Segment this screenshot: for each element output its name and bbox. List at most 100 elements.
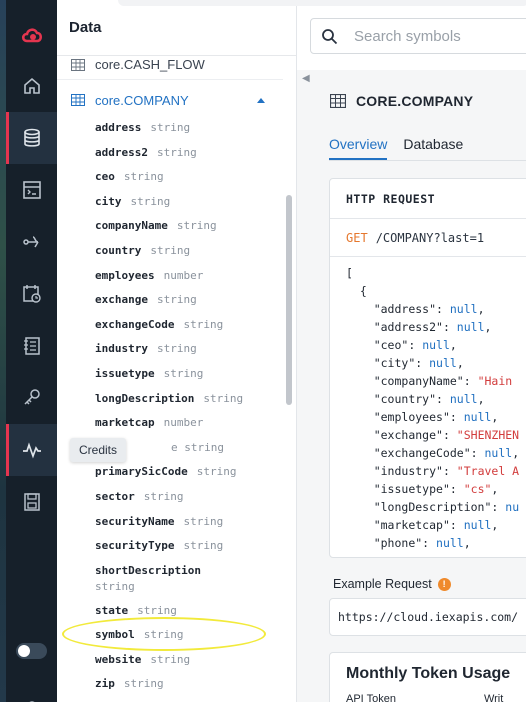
code-line: { [346,284,367,298]
field-type: string [130,194,171,208]
tab-overview[interactable]: Overview [329,136,388,160]
field-row[interactable]: securityName string [95,510,283,535]
field-name: address2 [95,145,148,159]
field-type: string [196,465,237,479]
database-icon [23,128,40,147]
example-request-label: Example Request ! [333,577,451,591]
field-row[interactable]: primarySicCode string [95,460,283,485]
json-key: country [380,392,430,406]
table-icon [330,94,346,108]
json-key: marketcap [380,518,443,532]
field-type: string [183,514,224,528]
panel-scrollbar[interactable] [286,195,292,405]
json-value: null [463,410,492,424]
code-line: "address2": null, [346,320,492,334]
nav-data[interactable] [6,112,57,164]
collapse-panel-icon[interactable]: ◀ [302,73,310,84]
nav-console[interactable] [6,164,57,216]
search-placeholder: Search symbols [354,27,461,45]
field-row[interactable]: website string [95,648,283,673]
field-type: string [183,317,224,331]
nav-storage[interactable] [6,476,57,528]
tab-bar: Overview Database [329,136,479,160]
json-value: null [436,536,464,550]
json-key: issuetype [380,482,443,496]
gear-icon [28,701,35,702]
nav-keys[interactable] [6,372,57,424]
code-line: [ [346,266,353,280]
field-name: longDescription [95,391,195,405]
json-value: "SHENZHEN [456,428,520,442]
search-icon [322,28,338,44]
field-row[interactable]: city string [95,190,283,215]
field-row[interactable]: securityType string [95,534,283,559]
json-key: address [380,302,430,316]
field-row[interactable]: employees number [95,264,283,289]
json-value: null [456,320,485,334]
nav-credits[interactable] [6,424,57,476]
http-request-card: HTTP REQUEST GET /COMPANY?last=1 [ { "ad… [329,178,526,558]
code-line: "phone": null, [346,536,471,550]
request-line[interactable]: GET /COMPANY?last=1 [330,219,526,257]
page-title: CORE.COMPANY [330,93,473,109]
collapse-caret-icon[interactable] [257,97,265,103]
field-name: exchangeCode [95,317,175,331]
branch-icon [22,236,39,248]
theme-toggle[interactable] [16,643,47,659]
nav-home[interactable] [6,60,57,112]
field-type: string [123,677,164,691]
code-line: "city": null, [346,356,464,370]
json-value: null [429,356,457,370]
field-row[interactable]: sector string [95,485,283,510]
code-line: "issuetype": "cs", [346,482,499,496]
field-name: issuetype [95,366,155,380]
field-row[interactable]: ceo string [95,165,283,190]
field-type: string [95,579,135,593]
nav-settings[interactable] [6,680,57,702]
field-row[interactable]: marketcap number [95,411,283,436]
field-row[interactable]: zip string [95,672,283,697]
code-line: "employees": null, [346,410,499,424]
save-icon [23,493,40,511]
field-name: country [95,243,142,257]
code-line: "ceo": null, [346,338,457,352]
field-name: exchange [95,293,148,307]
field-row[interactable]: longDescription string [95,387,283,412]
app-logo[interactable] [6,10,57,62]
field-row[interactable]: country string [95,239,283,264]
nav-rules[interactable] [6,216,57,268]
field-row[interactable]: address2 string [95,141,283,166]
field-name: state [95,603,129,617]
field-row[interactable]: exchange string [95,288,283,313]
search-box[interactable]: Search symbols [310,18,526,54]
table-item-company[interactable]: core.COMPANY [57,88,283,112]
field-name: industry [95,342,148,356]
table-icon [71,58,85,71]
field-row[interactable]: companyName string [95,214,283,239]
field-row[interactable]: address string [95,116,283,141]
pulse-icon [22,442,41,459]
json-value: null [484,446,513,460]
field-row[interactable]: industry string [95,337,283,362]
nav-schedule[interactable] [6,268,57,320]
field-type: number [163,416,204,430]
home-icon [23,77,40,94]
symbol-highlight-ellipse [62,617,266,651]
field-type: string [203,391,244,405]
tab-database[interactable]: Database [403,136,463,160]
field-row[interactable]: issuetype string [95,362,283,387]
field-row[interactable]: exchangeCode string [95,313,283,338]
nav-logs[interactable] [6,320,57,372]
page-title-text: CORE.COMPANY [356,93,474,109]
field-row[interactable]: shortDescription string [95,559,283,599]
browser-bar-fragment [118,0,526,6]
table-item-cash-flow[interactable]: core.CASH_FLOW [57,56,283,80]
code-line: "companyName": "Hain [346,374,513,388]
info-icon[interactable]: ! [437,577,451,591]
field-name: address [95,121,142,134]
request-path: /COMPANY?last=1 [375,230,485,245]
table-icon [71,94,85,106]
json-key: ceo [380,338,402,352]
field-type: string [137,603,177,617]
example-request-url[interactable]: https://cloud.iexapis.com/ [329,598,526,636]
